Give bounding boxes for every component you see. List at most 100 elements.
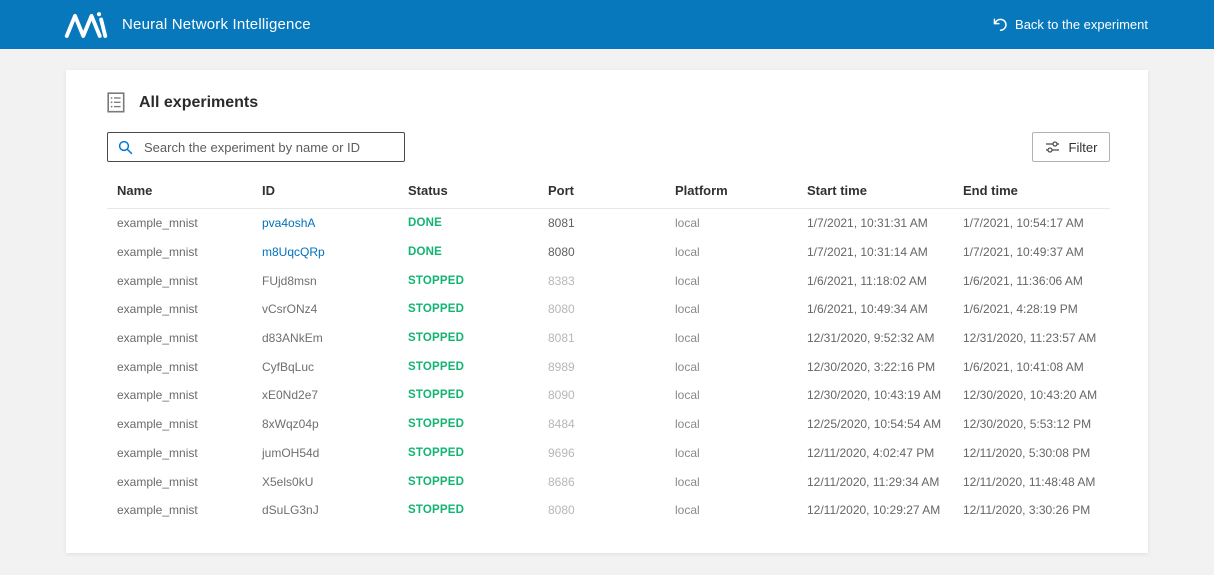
- filter-sliders-icon: [1045, 140, 1060, 154]
- cell-end-time: 1/6/2021, 11:36:06 AM: [963, 273, 1083, 288]
- cell-status: STOPPED: [408, 389, 465, 402]
- column-header-platform: Platform: [675, 183, 728, 198]
- table-row: example_mnist 8xWqz04p STOPPED 8484 loca…: [117, 410, 1110, 439]
- table-row: example_mnist jumOH54d STOPPED 9696 loca…: [117, 439, 1110, 468]
- column-header-port: Port: [548, 183, 574, 198]
- experiments-table: Name ID Status Port Platform Start time …: [107, 183, 1110, 525]
- cell-platform: local: [675, 417, 700, 432]
- cell-start-time: 1/7/2021, 10:31:31 AM: [807, 216, 928, 231]
- cell-start-time: 12/11/2020, 10:29:27 AM: [807, 503, 941, 518]
- cell-platform: local: [675, 474, 700, 489]
- filter-button-label: Filter: [1068, 139, 1098, 155]
- cell-port: 8081: [548, 216, 575, 231]
- table-row: example_mnist dSuLG3nJ STOPPED 8080 loca…: [117, 496, 1110, 525]
- search-input[interactable]: [142, 138, 394, 156]
- column-header-name: Name: [117, 183, 153, 198]
- cell-platform: local: [675, 503, 700, 518]
- cell-port: 8383: [548, 273, 575, 288]
- search-icon: [118, 140, 133, 155]
- back-arrow-icon: [992, 17, 1007, 32]
- cell-experiment-name: example_mnist: [117, 445, 198, 460]
- cell-port: 8989: [548, 359, 575, 374]
- cell-experiment-id: 8xWqz04p: [262, 417, 319, 432]
- column-header-id: ID: [262, 183, 275, 198]
- cell-status: STOPPED: [408, 303, 465, 316]
- cell-platform: local: [675, 273, 700, 288]
- table-row: example_mnist m8UqcQRp DONE 8080 local 1…: [117, 238, 1110, 267]
- cell-experiment-name: example_mnist: [117, 245, 198, 260]
- cell-experiment-id: jumOH54d: [262, 445, 320, 460]
- cell-port: 8484: [548, 417, 575, 432]
- cell-platform: local: [675, 388, 700, 403]
- cell-end-time: 1/6/2021, 10:41:08 AM: [963, 359, 1084, 374]
- cell-platform: local: [675, 445, 700, 460]
- cell-start-time: 12/30/2020, 3:22:16 PM: [807, 359, 936, 374]
- cell-platform: local: [675, 245, 700, 260]
- cell-start-time: 12/11/2020, 11:29:34 AM: [807, 474, 940, 489]
- cell-experiment-id: d83ANkEm: [262, 331, 323, 346]
- table-row: example_mnist pva4oshA DONE 8081 local 1…: [117, 209, 1110, 238]
- cell-experiment-id: FUjd8msn: [262, 273, 317, 288]
- cell-status: DONE: [408, 246, 443, 259]
- cell-status: STOPPED: [408, 274, 465, 287]
- experiments-list-icon: [107, 92, 126, 113]
- experiment-id-link[interactable]: pva4oshA: [262, 216, 408, 230]
- controls-row: Filter: [107, 132, 1110, 162]
- cell-start-time: 12/11/2020, 4:02:47 PM: [807, 445, 935, 460]
- app-title: Neural Network Intelligence: [122, 16, 311, 33]
- cell-port: 8080: [548, 503, 575, 518]
- cell-end-time: 1/6/2021, 4:28:19 PM: [963, 302, 1078, 317]
- cell-port: 9696: [548, 445, 575, 460]
- card-title-row: All experiments: [107, 92, 1110, 113]
- cell-experiment-id: dSuLG3nJ: [262, 503, 319, 518]
- nni-logo-icon: [64, 11, 108, 39]
- search-box[interactable]: [107, 132, 405, 162]
- cell-experiment-name: example_mnist: [117, 359, 198, 374]
- table-row: example_mnist vCsrONz4 STOPPED 8080 loca…: [117, 295, 1110, 324]
- cell-platform: local: [675, 331, 700, 346]
- table-row: example_mnist FUjd8msn STOPPED 8383 loca…: [117, 266, 1110, 295]
- cell-start-time: 12/25/2020, 10:54:54 AM: [807, 417, 942, 432]
- cell-platform: local: [675, 359, 700, 374]
- cell-experiment-id: X5els0kU: [262, 474, 314, 489]
- cell-status: STOPPED: [408, 332, 465, 345]
- cell-port: 8686: [548, 474, 575, 489]
- cell-status: STOPPED: [408, 446, 465, 459]
- filter-button[interactable]: Filter: [1032, 132, 1110, 162]
- column-header-end-time: End time: [963, 183, 1018, 198]
- cell-experiment-id: vCsrONz4: [262, 302, 318, 317]
- cell-experiment-name: example_mnist: [117, 273, 198, 288]
- cell-port: 8080: [548, 302, 575, 317]
- cell-start-time: 12/31/2020, 9:52:32 AM: [807, 331, 935, 346]
- cell-start-time: 12/30/2020, 10:43:19 AM: [807, 388, 942, 403]
- column-header-start-time: Start time: [807, 183, 867, 198]
- cell-status: STOPPED: [408, 504, 465, 517]
- cell-status: STOPPED: [408, 418, 465, 431]
- cell-experiment-id: CyfBqLuc: [262, 359, 315, 374]
- cell-status: STOPPED: [408, 475, 465, 488]
- cell-experiment-name: example_mnist: [117, 417, 198, 432]
- column-header-status: Status: [408, 183, 448, 198]
- table-body: example_mnist pva4oshA DONE 8081 local 1…: [117, 209, 1110, 525]
- experiment-id-link[interactable]: m8UqcQRp: [262, 245, 408, 259]
- brand: Neural Network Intelligence: [64, 11, 311, 39]
- table-row: example_mnist CyfBqLuc STOPPED 8989 loca…: [117, 352, 1110, 381]
- cell-experiment-name: example_mnist: [117, 331, 198, 346]
- cell-status: STOPPED: [408, 360, 465, 373]
- cell-experiment-name: example_mnist: [117, 388, 198, 403]
- cell-experiment-name: example_mnist: [117, 216, 198, 231]
- cell-end-time: 12/31/2020, 11:23:57 AM: [963, 331, 1097, 346]
- cell-end-time: 1/7/2021, 10:49:37 AM: [963, 245, 1084, 260]
- table-row: example_mnist xE0Nd2e7 STOPPED 8090 loca…: [117, 381, 1110, 410]
- cell-status: DONE: [408, 217, 443, 230]
- cell-port: 8080: [548, 245, 575, 260]
- cell-end-time: 12/11/2020, 3:30:26 PM: [963, 503, 1091, 518]
- table-header-row: Name ID Status Port Platform Start time …: [107, 183, 1110, 209]
- cell-start-time: 1/7/2021, 10:31:14 AM: [807, 245, 928, 260]
- table-row: example_mnist d83ANkEm STOPPED 8081 loca…: [117, 324, 1110, 353]
- back-to-experiment-link[interactable]: Back to the experiment: [992, 17, 1148, 32]
- cell-experiment-name: example_mnist: [117, 302, 198, 317]
- experiments-card: All experiments Filter: [66, 70, 1148, 553]
- cell-port: 8081: [548, 331, 575, 346]
- cell-platform: local: [675, 302, 700, 317]
